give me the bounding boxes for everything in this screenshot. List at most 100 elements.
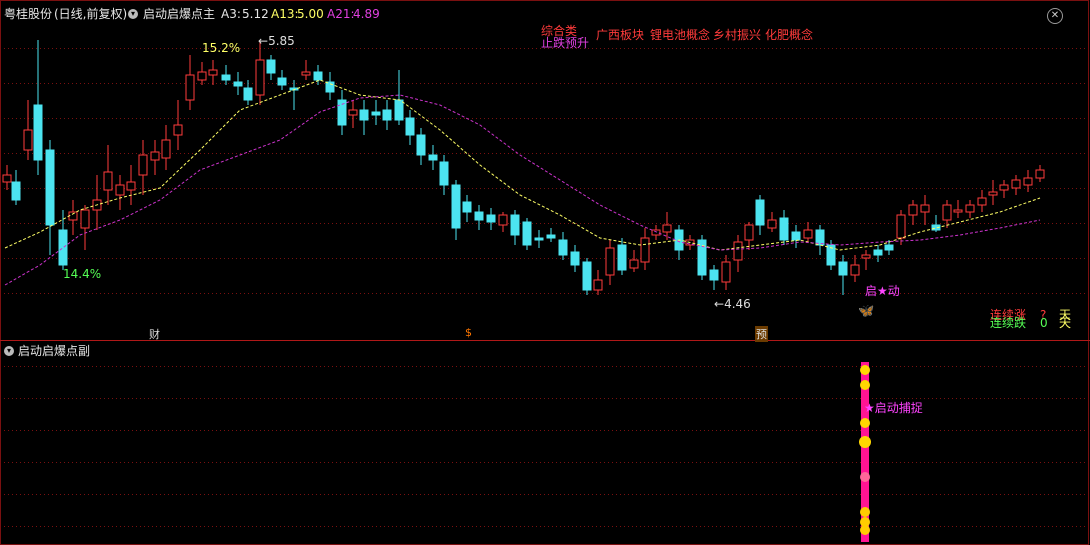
down-streak-value: 0 (1040, 316, 1048, 330)
candle-body (1035, 169, 1045, 179)
candle-body (416, 134, 426, 156)
candle-body (348, 109, 358, 116)
candle-body (405, 117, 415, 136)
candle-body (510, 214, 520, 236)
candle-body (558, 239, 568, 256)
candle-body (313, 71, 323, 81)
candle-body (439, 161, 449, 186)
candle-body (546, 234, 556, 239)
candle-body (1011, 179, 1021, 189)
sub-indicator-name[interactable]: 启动启爆点副 (18, 344, 90, 358)
candle-body (462, 201, 472, 213)
candle-body (197, 71, 207, 81)
candle-body (721, 261, 731, 283)
butterfly-icon (860, 418, 870, 428)
main-indicator-name[interactable]: 启动启爆点主 (143, 7, 215, 21)
gear-icon[interactable]: ▾ (4, 346, 14, 356)
high-price-label: ←5.85 (258, 34, 295, 48)
candle-body (277, 77, 287, 86)
candle-body (45, 149, 55, 226)
candle-body (371, 111, 381, 116)
candle-body (451, 184, 461, 229)
candle-body (534, 237, 544, 241)
candle-body (221, 74, 231, 81)
butterfly-icon: 🦋 (858, 304, 875, 319)
candle-body (325, 81, 335, 93)
candle-body (126, 181, 136, 191)
candle-body (629, 259, 639, 269)
candle-body (208, 69, 218, 76)
candle-body (953, 209, 963, 213)
candle-body (255, 59, 265, 96)
candle-body (23, 129, 33, 151)
a3-label: A3: (221, 7, 241, 21)
candle-body (570, 251, 580, 266)
high-percent-label: 15.2% (202, 41, 241, 55)
financial-marker[interactable]: 财 (149, 326, 160, 342)
candle-body (593, 279, 603, 291)
candle-body (382, 109, 392, 121)
candle-body (803, 229, 813, 239)
candle-body (733, 241, 743, 261)
candle-body (1023, 177, 1033, 186)
a13-label: A13: (271, 7, 299, 21)
candle-body (115, 184, 125, 196)
sub-indicator-plot (859, 362, 871, 542)
gold-coin-icon (860, 507, 870, 517)
butterfly-icon (860, 365, 870, 375)
candle-body (815, 229, 825, 246)
candle-body (988, 191, 998, 196)
low-price-label: ←4.46 (714, 297, 751, 311)
candle-body (651, 229, 661, 236)
candle-body (2, 174, 12, 183)
a13-value: 5.00 (297, 7, 324, 21)
concept-item: 广西板块 (596, 28, 645, 42)
concept-item: 化肥概念 (765, 28, 814, 42)
candle-body (173, 124, 183, 136)
chart-period: (日线,前复权) (54, 7, 128, 21)
candle-body (394, 99, 404, 121)
start-signal-label: 启★动 (865, 284, 900, 298)
candle-body (359, 109, 369, 121)
candle-body (337, 99, 347, 126)
concept-tag-2: 止跌预升 (541, 36, 590, 50)
candle-body (884, 244, 894, 251)
money-bag-icon (859, 436, 871, 448)
dollar-marker[interactable]: $ (465, 326, 472, 339)
gear-icon[interactable]: ▾ (128, 9, 138, 19)
close-icon[interactable]: ✕ (1047, 8, 1063, 24)
candlesticks (2, 40, 1045, 295)
candle-body (662, 224, 672, 233)
candle-body (942, 204, 952, 221)
butterfly-icon (860, 380, 870, 390)
candle-body (80, 209, 90, 229)
candle-body (999, 184, 1009, 191)
stock-chart-window: 粤桂股份 (日线,前复权) ▾ 启动启爆点主 A3: 5.12 A13: 5.0… (0, 0, 1090, 545)
candle-body (185, 74, 195, 101)
candle-body (617, 244, 627, 271)
a3-value: 5.12 (242, 7, 269, 21)
candle-body (640, 237, 650, 263)
chart-canvas[interactable] (0, 0, 1090, 545)
candle-body (896, 214, 906, 239)
candle-body (474, 211, 484, 221)
candle-body (486, 214, 496, 223)
candle-body (605, 247, 615, 276)
candle-body (709, 269, 719, 281)
candle-body (428, 154, 438, 161)
low-percent-label: 14.4% (63, 267, 102, 281)
candle-body (767, 219, 777, 229)
candle-body (233, 81, 243, 87)
candle-body (920, 204, 930, 213)
candle-body (779, 217, 789, 241)
candle-body (243, 87, 253, 101)
candle-body (266, 59, 276, 74)
forecast-marker[interactable]: 预 (755, 326, 768, 342)
candle-body (908, 204, 918, 216)
candle-body (873, 249, 883, 256)
concept-item: 乡村振兴 (713, 28, 762, 42)
capture-signal-label: ★启动捕捉 (864, 401, 923, 415)
candle-body (103, 171, 113, 191)
candle-body (68, 211, 78, 221)
candle-body (138, 154, 148, 176)
